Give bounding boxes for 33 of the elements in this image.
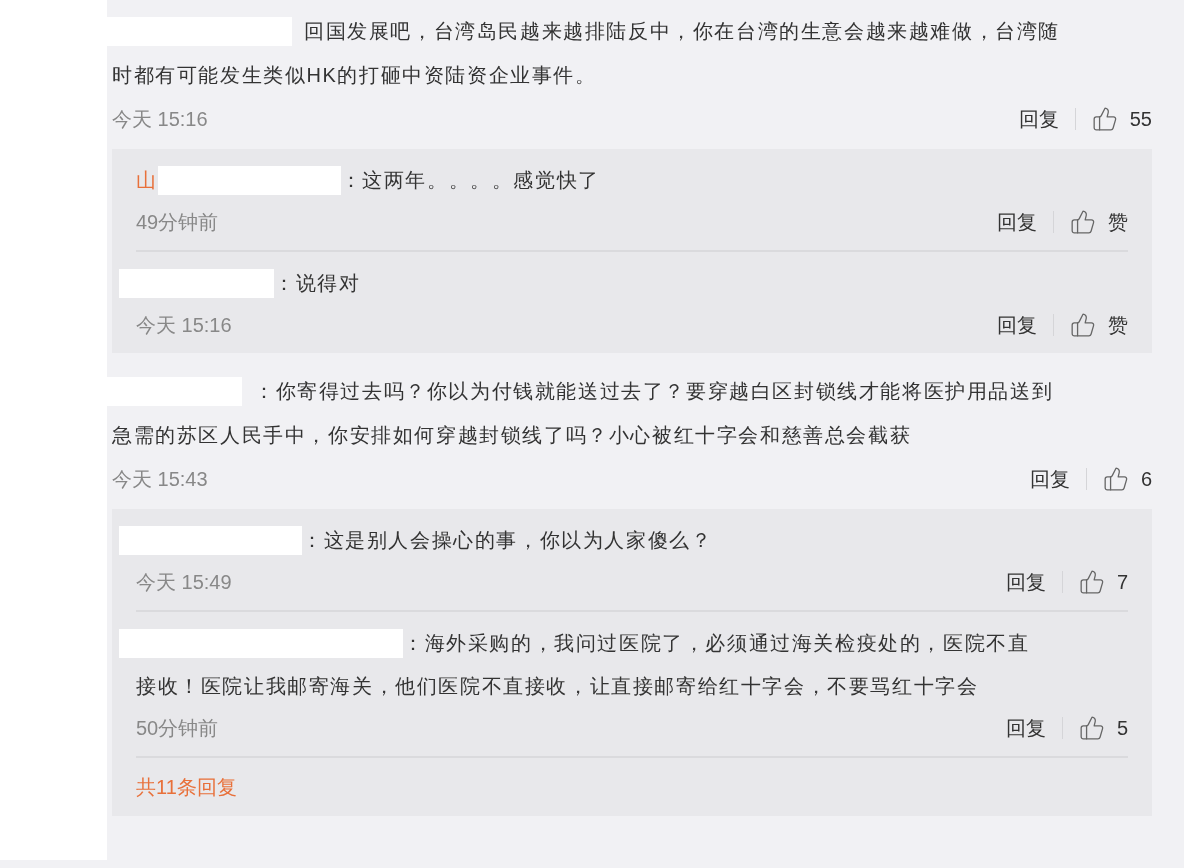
thumbs-up-icon <box>1078 569 1105 595</box>
thumbs-up-icon <box>1091 106 1118 132</box>
reply-button[interactable]: 回复 <box>1005 567 1046 597</box>
thumbs-up-icon <box>1070 312 1096 338</box>
comment-text: ：你寄得过去吗？你以为付钱就能送过去了？要穿越白区封锁线才能将医护用品送到 <box>254 379 1054 404</box>
comment-text: 回国发展吧，台湾岛民越来越排陆反中，你在台湾的生意会越来越难做，台湾随 <box>304 19 1060 44</box>
reply-text: 接收！医院让我邮寄海关，他们医院不直接收，让直接邮寄给红十字会，不要骂红十字会 <box>136 674 979 699</box>
reply-button[interactable]: 回复 <box>997 310 1037 340</box>
like-button[interactable]: 赞 <box>1070 310 1128 340</box>
thumbs-up-icon <box>1078 715 1105 741</box>
reply-time: 50分钟前 <box>136 716 219 741</box>
comment-time: 今天 15:43 <box>112 467 208 492</box>
like-button[interactable]: 7 <box>1078 567 1128 597</box>
reply-time: 49分钟前 <box>136 210 219 235</box>
reply-button[interactable]: 回复 <box>1018 104 1059 134</box>
like-button[interactable]: 55 <box>1091 104 1152 134</box>
reply-time: 今天 15:16 <box>136 313 232 338</box>
thumbs-up-icon <box>1102 466 1129 492</box>
like-button[interactable]: 6 <box>1102 464 1152 494</box>
reply-button[interactable]: 回复 <box>1029 464 1070 494</box>
comment-time: 今天 15:16 <box>112 107 208 132</box>
reply-text: ：海外采购的，我问过医院了，必须通过海关检疫处的，医院不直 <box>403 631 1030 656</box>
reply-button[interactable]: 回复 <box>997 207 1037 237</box>
like-button[interactable]: 5 <box>1078 713 1128 743</box>
reply-text: ：这两年。。。。感觉快了 <box>340 168 600 193</box>
reply-text: ：这是别人会操心的事，你以为人家傻么？ <box>302 528 713 553</box>
comment-text: 时都有可能发生类似HK的打砸中资陆资企业事件。 <box>112 63 597 88</box>
reply-time: 今天 15:49 <box>136 570 232 595</box>
comment-text: 急需的苏区人民手中，你安排如何穿越封锁线了吗？小心被红十字会和慈善总会截获 <box>112 423 912 448</box>
reply-text: ：说得对 <box>274 271 361 296</box>
reply-button[interactable]: 回复 <box>1005 713 1046 743</box>
thumbs-up-icon <box>1070 209 1096 235</box>
like-button[interactable]: 赞 <box>1070 207 1128 237</box>
